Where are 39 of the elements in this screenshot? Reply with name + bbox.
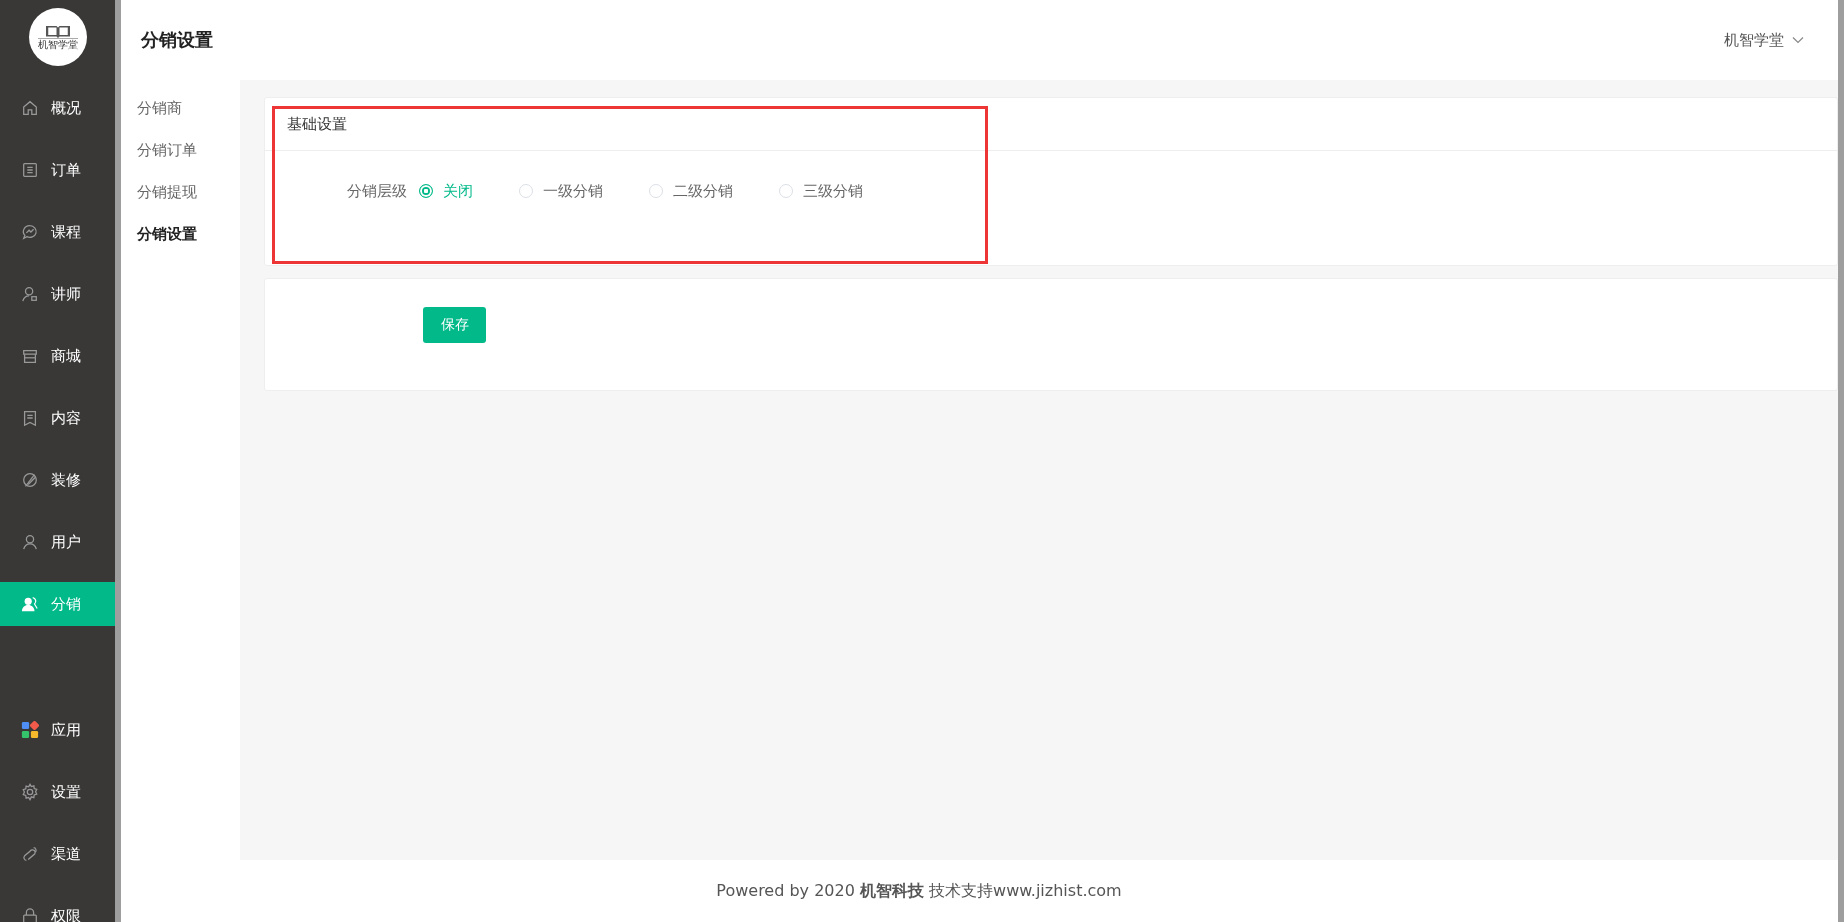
home-icon [21, 99, 39, 117]
radio-button[interactable] [419, 184, 433, 198]
people-icon [21, 595, 39, 613]
radio-option[interactable]: 二级分销 [649, 181, 733, 201]
sidebar-item[interactable]: 应用 [0, 708, 115, 752]
person-icon [21, 285, 39, 303]
subnav-item[interactable]: 分销设置 [121, 222, 240, 264]
account-menu[interactable]: 机智学堂 [1724, 30, 1804, 50]
lock-icon [21, 907, 39, 922]
sidebar-item[interactable]: 设置 [0, 770, 115, 814]
link-icon [21, 845, 39, 863]
radio-option[interactable]: 三级分销 [779, 181, 863, 201]
sidebar-item[interactable]: 渠道 [0, 832, 115, 876]
page-title: 分销设置 [141, 28, 213, 52]
sidebar-item[interactable]: 内容 [0, 396, 115, 440]
sidebar-item[interactable]: 权限 [0, 894, 115, 922]
logo[interactable]: 机智学堂 [28, 8, 87, 66]
subnav-item[interactable]: 分销提现 [121, 180, 240, 222]
apps-icon [21, 721, 39, 739]
subnav-item[interactable]: 分销商 [121, 96, 240, 138]
footer-text: Powered by 2020 机智科技 技术支持www.jizhist.com [716, 880, 1122, 902]
sidebar-item[interactable]: 商城 [0, 334, 115, 378]
chevron-down-icon [1792, 36, 1804, 44]
sidebar-item[interactable]: 课程 [0, 210, 115, 254]
chat-bubble-icon [21, 223, 39, 241]
field-label: 分销层级 [346, 181, 407, 201]
section-title: 基础设置 [265, 98, 1837, 151]
storefront-icon [21, 347, 39, 365]
sidebar-item[interactable]: 装修 [0, 458, 115, 502]
settings-icon [21, 783, 39, 801]
person-icon [21, 533, 39, 551]
sidebar-item[interactable]: 概况 [0, 86, 115, 130]
book-icon [21, 409, 39, 427]
document-icon [21, 161, 39, 179]
sidebar-item[interactable]: 订单 [0, 148, 115, 192]
sidebar-item[interactable]: 讲师 [0, 272, 115, 316]
sidebar-item[interactable]: 用户 [0, 520, 115, 564]
subnav-item[interactable]: 分销订单 [121, 138, 240, 180]
radio-option[interactable]: 一级分销 [519, 181, 603, 201]
